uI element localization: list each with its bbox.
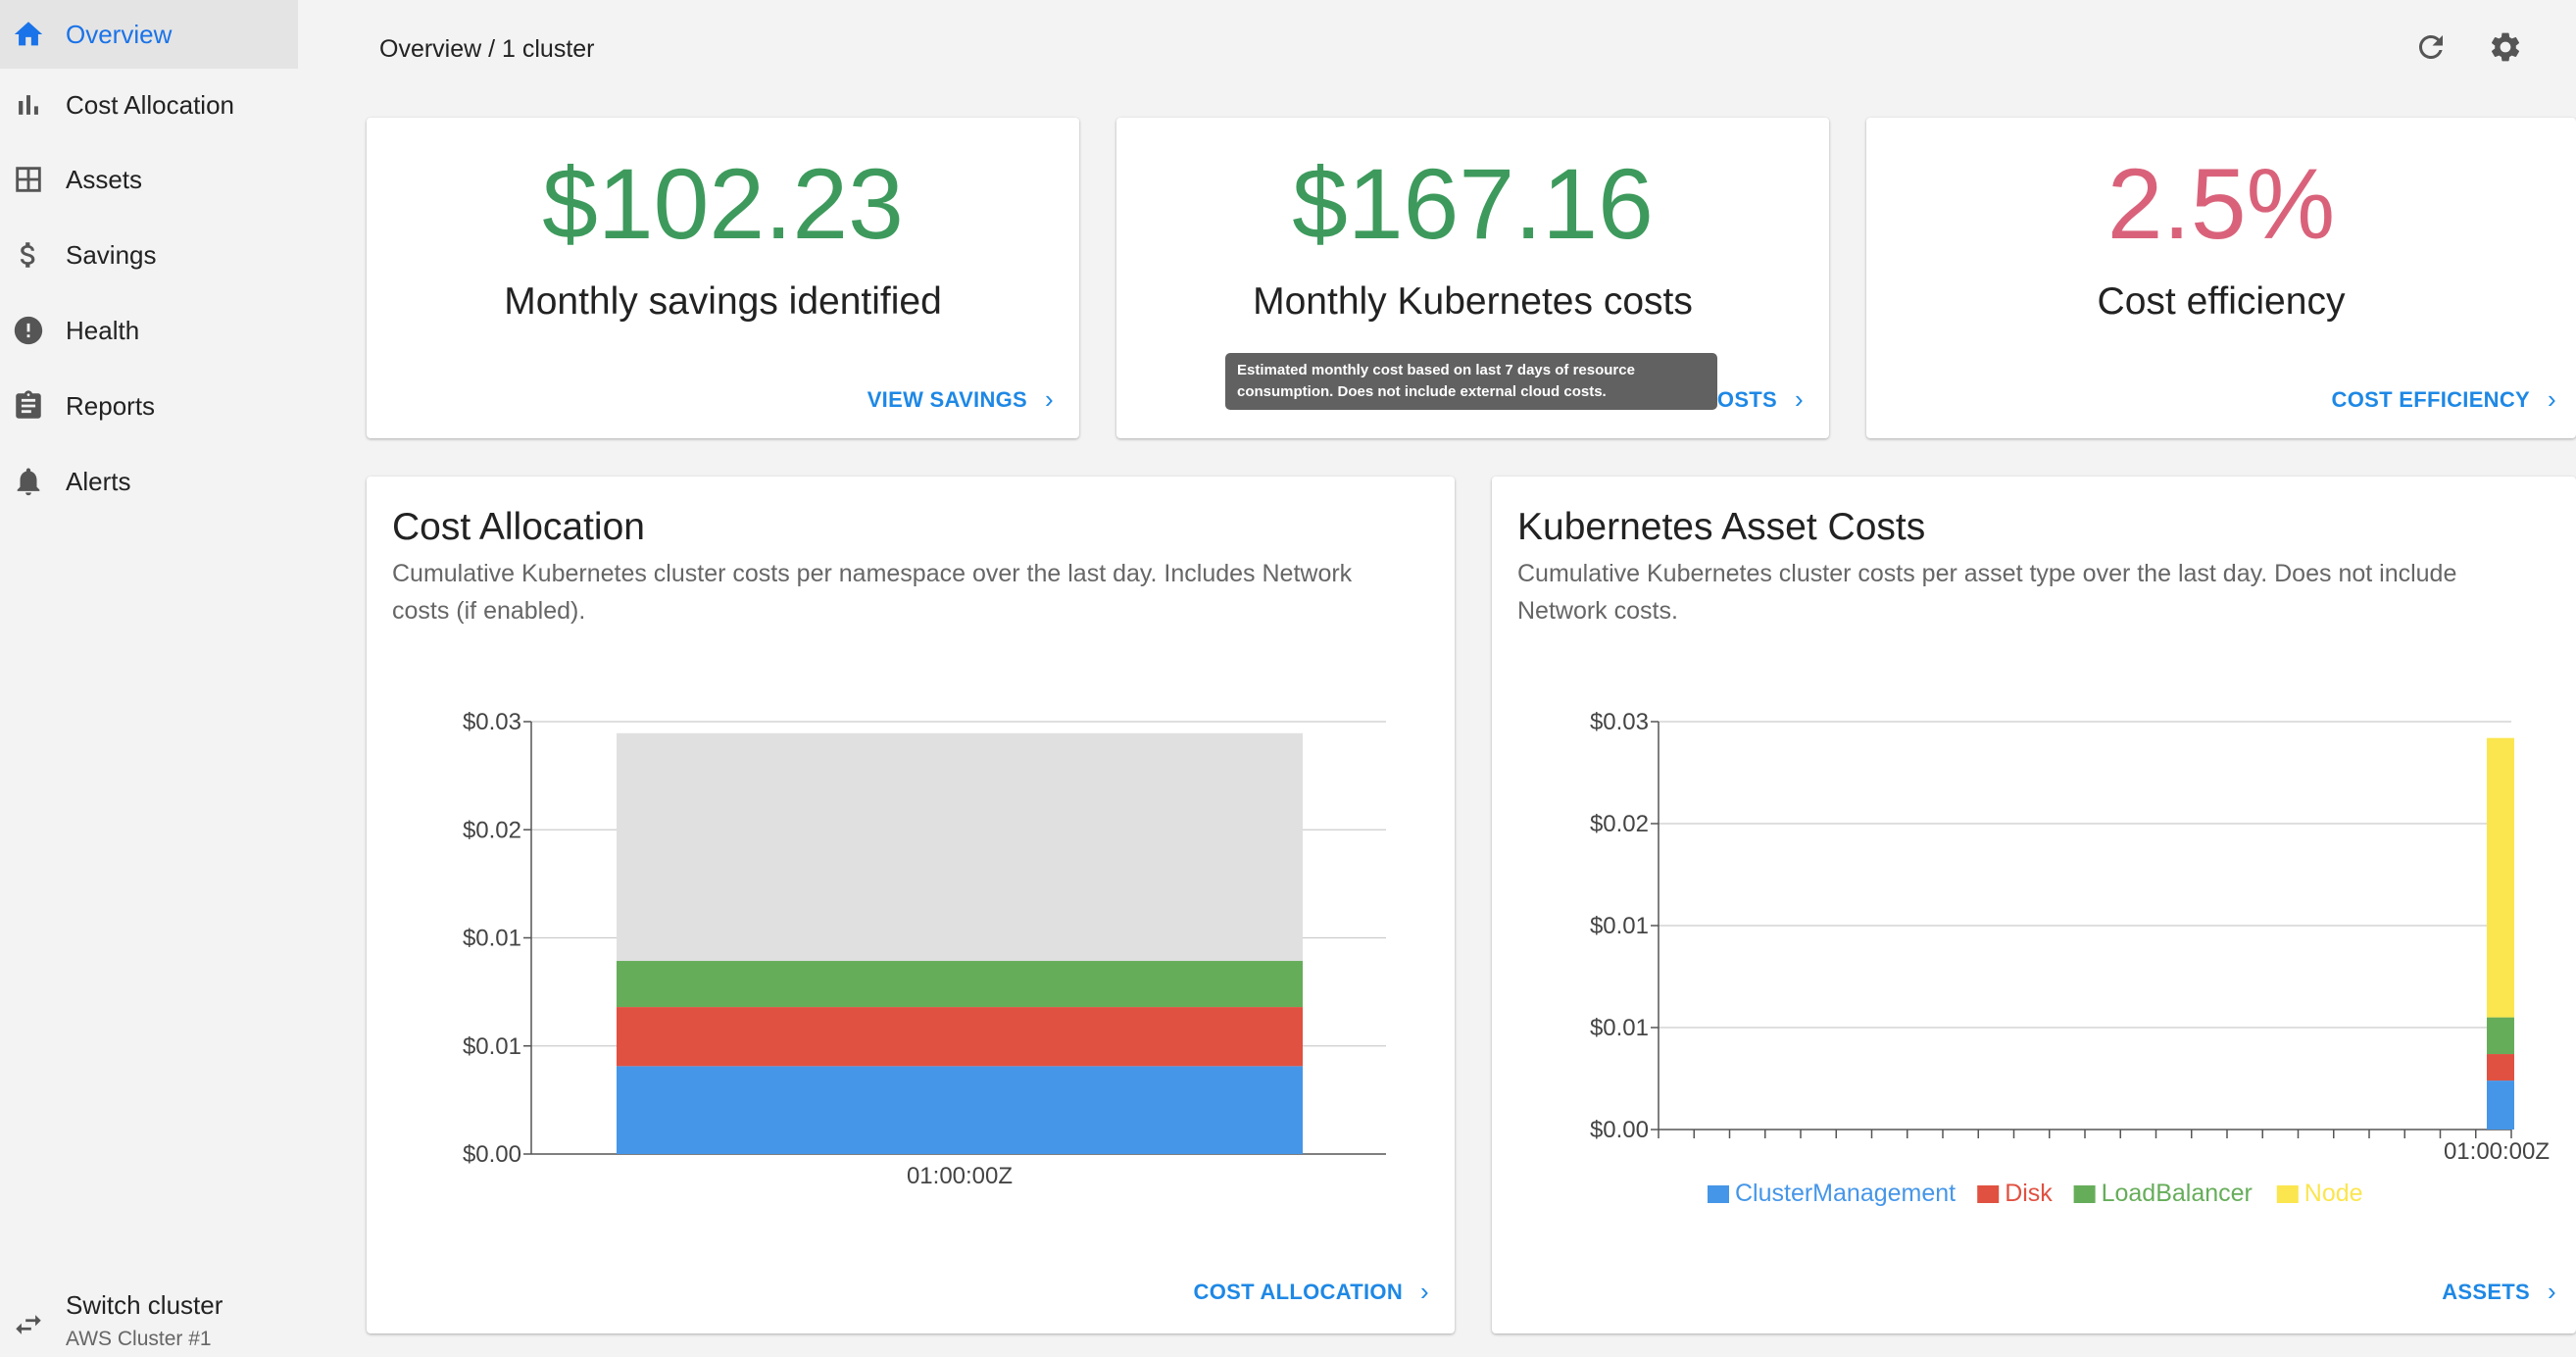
switch-cluster-label: Switch cluster [66, 1290, 223, 1320]
breadcrumb: Overview / 1 cluster [379, 35, 595, 63]
y-tick-label: $0.02 [1590, 811, 1649, 837]
home-icon [12, 18, 45, 51]
link-label: ASSETS [2442, 1279, 2531, 1304]
sidebar: Overview Cost Allocation Assets Savings … [0, 0, 298, 1357]
assets-link[interactable]: ASSETS › [2442, 1277, 2556, 1307]
switch-cluster-button[interactable]: Switch cluster AWS Cluster #1 [0, 1275, 298, 1357]
efficiency-value: 2.5% [2106, 148, 2336, 260]
refresh-icon [2413, 29, 2449, 70]
sidebar-item-label: Assets [66, 164, 143, 194]
clipboard-icon [12, 389, 45, 423]
sidebar-item-health[interactable]: Health [0, 296, 298, 365]
cost-allocation-card: Cost Allocation Cumulative Kubernetes cl… [367, 477, 1455, 1333]
chevron-right-icon: › [1795, 384, 1804, 414]
tooltip-line: consumption. Does not include external c… [1237, 383, 1607, 400]
efficiency-card: 2.5% Cost efficiency COST EFFICIENCY › [1866, 118, 2576, 438]
legend-label: Disk [2005, 1180, 2053, 1207]
cost-efficiency-link[interactable]: COST EFFICIENCY › [2332, 384, 2556, 415]
sidebar-item-label: Reports [66, 390, 156, 421]
bar-segment [617, 1066, 1303, 1154]
cost-allocation-chart: $0.00 $0.01 $0.01 $0.02 $0.03 01:00:00Z [463, 709, 1386, 1189]
link-label: COST EFFICIENCY [2331, 386, 2531, 412]
dollar-icon [12, 238, 45, 272]
bar-segment [2487, 1017, 2514, 1055]
y-tick-label: $0.01 [1590, 1015, 1649, 1041]
sidebar-item-reports[interactable]: Reports [0, 372, 298, 440]
sidebar-item-label: Savings [66, 239, 157, 270]
efficiency-label: Cost efficiency [2097, 280, 2346, 323]
chevron-right-icon: › [2548, 384, 2556, 414]
savings-card: $102.23 Monthly savings identified VIEW … [367, 118, 1079, 438]
bar-segment [617, 961, 1303, 1008]
legend-label: ClusterManagement [1735, 1180, 1956, 1207]
chevron-right-icon: › [1420, 1277, 1429, 1306]
sidebar-item-label: Alerts [66, 466, 131, 496]
swap-icon [12, 1308, 45, 1341]
chevron-right-icon: › [1045, 384, 1054, 414]
bar-chart-icon [12, 88, 45, 122]
sidebar-item-assets[interactable]: Assets [0, 145, 298, 214]
x-tick-label: 01:00:00Z [907, 1163, 1013, 1189]
bar-segment [2487, 1054, 2514, 1081]
asset-costs-chart: $0.00 $0.01 $0.01 $0.02 $0.03 01:00:00Z Cluste… [1590, 709, 2550, 1207]
y-tick-label: $0.01 [1590, 913, 1649, 939]
legend-swatch [2073, 1185, 2096, 1203]
settings-button[interactable] [2486, 29, 2525, 69]
view-savings-link[interactable]: VIEW SAVINGS › [867, 384, 1054, 415]
monthly-costs-label: Monthly Kubernetes costs [1253, 280, 1693, 323]
current-cluster-name: AWS Cluster #1 [66, 1328, 212, 1350]
tooltip-line: Estimated monthly cost based on last 7 d… [1237, 362, 1635, 378]
link-label: COST ALLOCATION [1193, 1279, 1404, 1304]
table-icon [12, 163, 45, 196]
refresh-button[interactable] [2411, 29, 2451, 69]
sidebar-item-alerts[interactable]: Alerts [0, 447, 298, 516]
bell-icon [12, 465, 45, 498]
savings-label: Monthly savings identified [504, 280, 942, 323]
sidebar-item-overview[interactable]: Overview [0, 0, 298, 69]
sidebar-item-label: Cost Allocation [66, 89, 234, 120]
x-tick-label: 01:00:00Z [2444, 1138, 2550, 1165]
y-tick-label: $0.02 [463, 817, 521, 843]
sidebar-item-label: Health [66, 315, 140, 345]
legend-swatch [2276, 1185, 2299, 1203]
bar-segment [2487, 1081, 2514, 1130]
chevron-right-icon: › [2548, 1277, 2556, 1306]
monthly-costs-tooltip: Estimated monthly cost based on last 7 d… [1225, 353, 1717, 410]
y-tick-label: $0.00 [463, 1141, 521, 1168]
y-tick-label: $0.01 [463, 926, 521, 952]
y-tick-label: $0.03 [1590, 709, 1649, 735]
sidebar-item-cost-allocation[interactable]: Cost Allocation [0, 71, 298, 139]
sidebar-item-savings[interactable]: Savings [0, 221, 298, 289]
alert-circle-icon [12, 314, 45, 347]
gear-icon [2488, 29, 2523, 70]
legend-swatch [1708, 1185, 1729, 1203]
legend-label: Node [2304, 1180, 2363, 1207]
asset-costs-card: Kubernetes Asset Costs Cumulative Kubern… [1492, 477, 2576, 1333]
sidebar-item-label: Overview [66, 19, 173, 49]
savings-value: $102.23 [542, 148, 904, 260]
y-tick-label: $0.00 [1590, 1117, 1649, 1143]
y-tick-label: $0.03 [463, 709, 521, 735]
cost-allocation-link[interactable]: COST ALLOCATION › [1194, 1277, 1429, 1307]
bar-segment [617, 1007, 1303, 1067]
link-label: VIEW SAVINGS [867, 386, 1028, 412]
legend-swatch [1977, 1185, 2000, 1203]
app-root: Overview Cost Allocation Assets Savings … [0, 0, 2576, 1357]
legend-label: LoadBalancer [2102, 1180, 2253, 1207]
bar-segment [617, 732, 1303, 962]
bar-segment [2487, 737, 2514, 1018]
y-tick-label: $0.01 [463, 1033, 521, 1060]
monthly-costs-value: $167.16 [1292, 148, 1654, 260]
